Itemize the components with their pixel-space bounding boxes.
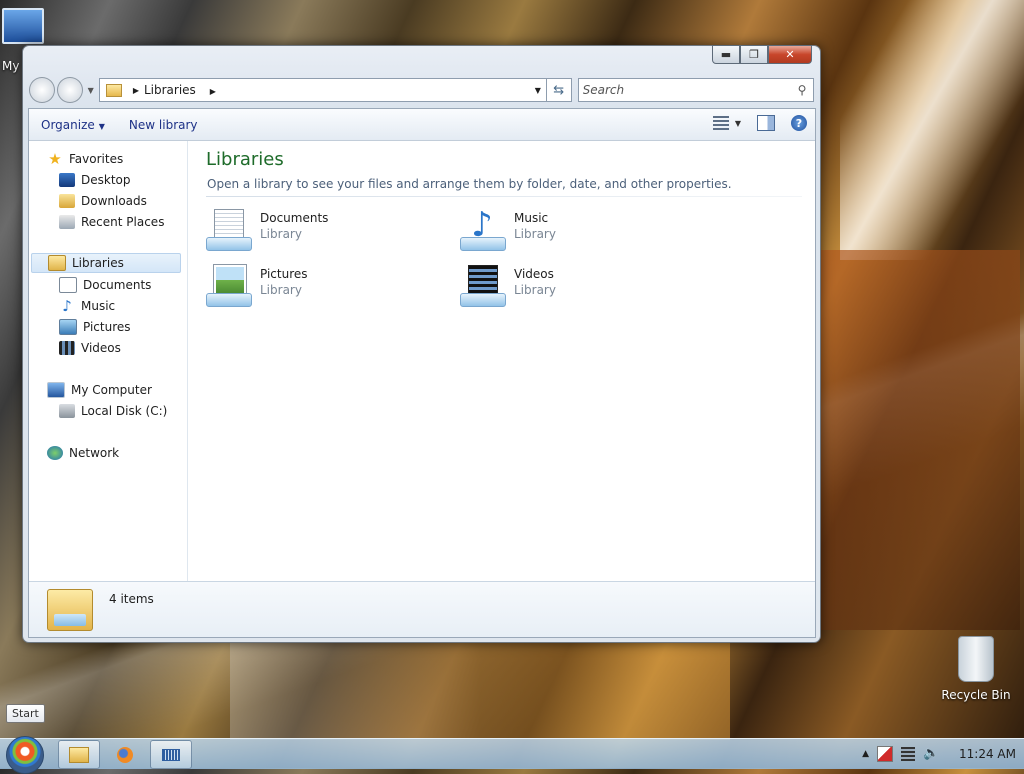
- recent-places-icon: [59, 215, 75, 229]
- nav-recent-places[interactable]: Recent Places: [59, 212, 164, 232]
- search-box[interactable]: ⚲: [577, 78, 814, 102]
- nav-local-disk[interactable]: Local Disk (C:): [59, 401, 167, 421]
- folder-icon: [105, 83, 122, 97]
- maximize-button[interactable]: ❐: [740, 45, 768, 64]
- music-note-icon: ♪: [62, 297, 72, 315]
- documents-library-icon: [206, 209, 252, 253]
- breadcrumb-libraries[interactable]: Libraries ▶: [144, 83, 530, 97]
- nav-videos[interactable]: Videos: [59, 338, 121, 358]
- document-icon: [59, 277, 77, 293]
- navigation-pane: ★ Favorites Desktop Downloads Recent Plac…: [29, 141, 188, 581]
- recycle-bin-label: Recycle Bin: [941, 688, 1011, 702]
- address-dropdown-icon[interactable]: ▼: [530, 86, 546, 95]
- keyboard-icon: [162, 748, 180, 761]
- library-type: Library: [514, 283, 556, 297]
- speaker-icon[interactable]: 🔈: [923, 747, 939, 761]
- library-pictures[interactable]: Pictures Library: [206, 264, 436, 315]
- divider: [206, 196, 802, 197]
- organize-button[interactable]: Organize ▼: [29, 118, 117, 132]
- libraries-icon: [48, 255, 66, 271]
- refresh-icon[interactable]: ⇆: [546, 78, 572, 102]
- recent-pages-dropdown[interactable]: ▼: [88, 86, 94, 95]
- pictures-icon: [59, 319, 77, 335]
- library-pane: Libraries Open a library to see your fil…: [206, 141, 815, 581]
- library-type: Library: [514, 227, 556, 241]
- nav-documents[interactable]: Documents: [59, 275, 151, 295]
- library-name: Videos: [514, 267, 554, 281]
- show-hidden-icons-icon[interactable]: ▲: [862, 749, 869, 759]
- item-count: 4 items: [109, 592, 154, 606]
- address-bar[interactable]: ▶ Libraries ▶ ▼: [98, 78, 547, 102]
- star-icon: ★: [48, 150, 62, 168]
- downloads-icon: [59, 194, 75, 208]
- film-icon: [59, 341, 75, 355]
- computer-icon: [2, 8, 44, 44]
- computer-icon: [47, 382, 65, 398]
- search-input[interactable]: [578, 82, 795, 98]
- pictures-library-icon: [206, 264, 252, 309]
- desktop-my-computer-label: My: [2, 59, 20, 73]
- nav-music[interactable]: ♪ Music: [59, 296, 115, 316]
- details-pane: 4 items: [29, 581, 815, 637]
- library-name: Music: [514, 211, 549, 225]
- taskbar-keyboard-button[interactable]: [150, 740, 192, 769]
- desktop-icon: [59, 173, 75, 187]
- window-content: Organize ▼ New library ▼ ? ★ Favorites Des…: [28, 108, 816, 638]
- system-tray: ▲ 🔈 11:24 AM: [862, 739, 1016, 769]
- taskbar-firefox-button[interactable]: [104, 740, 146, 769]
- clock[interactable]: 11:24 AM: [959, 747, 1016, 761]
- library-documents[interactable]: Documents Library: [206, 209, 436, 259]
- videos-library-icon: [460, 265, 506, 309]
- breadcrumb-arrow-icon[interactable]: ▶: [133, 86, 139, 95]
- forward-button[interactable]: [56, 77, 83, 103]
- nav-desktop[interactable]: Desktop: [59, 170, 131, 190]
- disk-icon: [59, 404, 75, 418]
- minimize-button[interactable]: ▬: [712, 45, 740, 64]
- wallpaper-panel: [820, 250, 1020, 630]
- explorer-window: ▬ ❐ ✕ ▼ ▶ Libraries▶ ▼ ⇆ ⚲ Organize▼ New…: [22, 45, 821, 643]
- recycle-bin-icon: [958, 636, 994, 682]
- new-library-button[interactable]: New library: [117, 118, 210, 132]
- caption-buttons: ▬ ❐ ✕: [712, 45, 812, 64]
- library-music[interactable]: ♪ Music Library: [460, 208, 690, 259]
- views-dropdown-icon[interactable]: ▼: [735, 119, 741, 128]
- page-title: Libraries: [206, 149, 284, 170]
- folder-icon: [69, 746, 89, 763]
- firefox-icon: [117, 746, 133, 763]
- help-icon[interactable]: ?: [791, 115, 807, 131]
- library-type: Library: [260, 227, 302, 241]
- address-row: ▼ ▶ Libraries▶ ▼ ⇆ ⚲: [29, 77, 814, 103]
- command-bar: Organize ▼ New library ▼ ?: [29, 109, 815, 141]
- search-icon[interactable]: ⚲: [795, 83, 809, 97]
- start-tooltip: Start: [6, 704, 45, 723]
- page-subtitle: Open a library to see your files and arr…: [207, 177, 732, 191]
- nav-network[interactable]: Network: [47, 443, 119, 463]
- flag-icon[interactable]: [877, 746, 894, 762]
- desktop-recycle-bin[interactable]: Recycle Bin: [940, 636, 1012, 702]
- nav-my-computer[interactable]: My Computer: [47, 380, 152, 400]
- folder-icon: [47, 589, 93, 631]
- library-name: Documents: [260, 211, 329, 225]
- library-videos[interactable]: Videos Library: [460, 265, 690, 315]
- wallpaper-floor: [230, 640, 730, 740]
- start-button[interactable]: [6, 736, 44, 774]
- network-icon: [47, 446, 63, 460]
- taskbar-explorer-button[interactable]: [58, 740, 100, 769]
- network-status-icon[interactable]: [901, 747, 916, 761]
- views-icon[interactable]: [712, 116, 729, 130]
- nav-downloads[interactable]: Downloads: [59, 191, 147, 211]
- preview-pane-icon[interactable]: [757, 115, 775, 131]
- nav-libraries[interactable]: Libraries: [31, 253, 181, 273]
- nav-pictures[interactable]: Pictures: [59, 317, 131, 337]
- close-button[interactable]: ✕: [768, 45, 812, 64]
- back-button[interactable]: [29, 77, 55, 103]
- library-name: Pictures: [260, 267, 308, 281]
- nav-favorites[interactable]: ★ Favorites: [47, 149, 123, 169]
- music-library-icon: ♪: [460, 208, 506, 253]
- wallpaper-highlight: [840, 0, 1024, 260]
- desktop-my-computer[interactable]: My: [0, 8, 46, 73]
- library-type: Library: [260, 283, 302, 297]
- taskbar: ▲ 🔈 11:24 AM: [0, 736, 1024, 774]
